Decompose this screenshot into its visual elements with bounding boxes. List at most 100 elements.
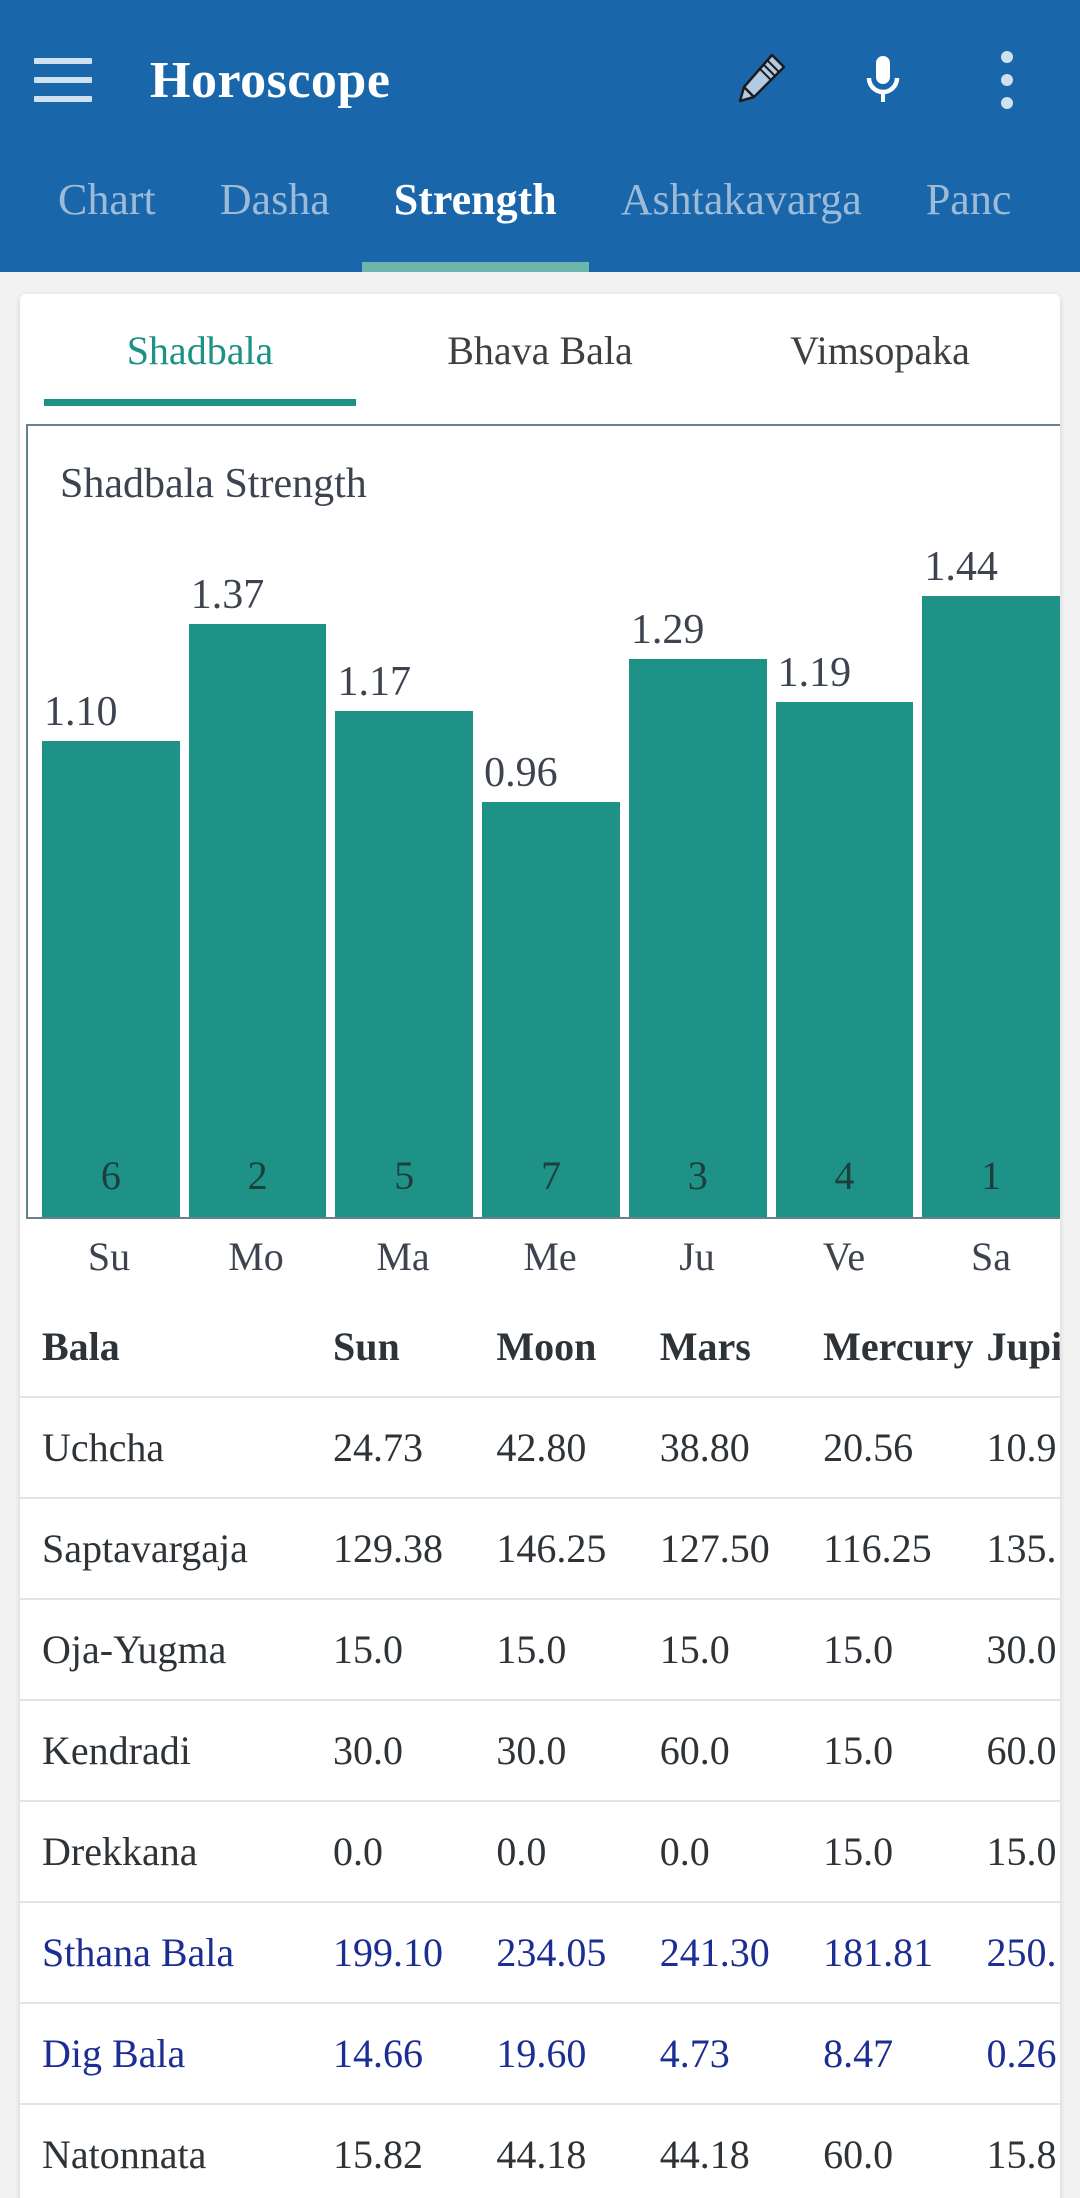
table-cell-value: 30.0 <box>987 1599 1060 1700</box>
table-row[interactable]: Sthana Bala199.10234.05241.30181.81250. <box>20 1902 1060 2003</box>
table-cell-value: 4.73 <box>660 2003 823 2104</box>
hamburger-bar <box>34 96 92 102</box>
subtab-shadbala[interactable]: Shadbala <box>30 294 370 406</box>
shadbala-bar-chart: Shadbala Strength 1.1061.3721.1750.9671.… <box>26 424 1060 1219</box>
bar-rank-label: 2 <box>189 1152 327 1199</box>
bar[interactable]: 5 <box>335 711 473 1217</box>
table-cell-label: Oja-Yugma <box>20 1599 333 1700</box>
table-cell-value: 44.18 <box>660 2104 823 2198</box>
microphone-icon[interactable] <box>850 47 916 113</box>
bar-column[interactable]: 1.17 5 <box>335 546 473 1217</box>
bar-column[interactable]: 1.29 3 <box>629 546 767 1217</box>
bar-value-label: 1.44 <box>922 546 1060 588</box>
page-body: Shadbala Bhava Bala Vimsopaka Shadbala S… <box>0 272 1080 2198</box>
strength-card: Shadbala Bhava Bala Vimsopaka Shadbala S… <box>20 294 1060 2198</box>
table-cell-value: 0.26 <box>987 2003 1060 2104</box>
kebab-dot <box>1001 51 1013 63</box>
table-row[interactable]: Natonnata15.8244.1844.1860.015.8 <box>20 2104 1060 2198</box>
shadbala-table-scroll[interactable]: Bala Sun Moon Mars Mercury Jupi Uchcha24… <box>20 1305 1060 2198</box>
bar-column[interactable]: 1.106 <box>42 546 180 1217</box>
bar[interactable]: 3 <box>629 659 767 1217</box>
column-header-moon[interactable]: Moon <box>496 1305 659 1397</box>
app-bar: Horoscope <box>0 0 1080 272</box>
table-cell-value: 10.9 <box>987 1397 1060 1498</box>
bar-column[interactable]: 1.194 <box>776 546 914 1217</box>
table-cell-label: Drekkana <box>20 1801 333 1902</box>
table-cell-value: 0.0 <box>660 1801 823 1902</box>
bar-column[interactable]: 1.37 2 <box>189 546 327 1217</box>
table-row[interactable]: Dig Bala14.6619.604.738.470.26 <box>20 2003 1060 2104</box>
bar[interactable]: 1 <box>922 596 1060 1217</box>
table-cell-value: 15.0 <box>823 1599 986 1700</box>
table-cell-value: 15.0 <box>987 1801 1060 1902</box>
x-axis-label: Mo <box>187 1233 325 1305</box>
table-cell-value: 38.80 <box>660 1397 823 1498</box>
kebab-more-icon[interactable] <box>974 47 1040 113</box>
tab-dasha[interactable]: Dasha <box>188 160 362 272</box>
tab-panchanga[interactable]: Panc <box>894 160 1044 272</box>
bar[interactable]: 4 <box>776 702 914 1217</box>
table-cell-value: 60.0 <box>987 1700 1060 1801</box>
bar-rank-label: 1 <box>922 1152 1060 1199</box>
tab-strength[interactable]: Strength <box>362 160 589 272</box>
top-tab-strip[interactable]: Chart Dasha Strength Ashtakavarga Panc <box>0 160 1080 272</box>
table-cell-value: 15.0 <box>333 1599 496 1700</box>
bar-column[interactable]: 1.44 1 <box>922 546 1060 1217</box>
x-axis-label: Me <box>481 1233 619 1305</box>
table-cell-value: 135. <box>987 1498 1060 1599</box>
column-header-mars[interactable]: Mars <box>660 1305 823 1397</box>
hamburger-menu-icon[interactable] <box>34 58 92 102</box>
table-cell-value: 44.18 <box>496 2104 659 2198</box>
table-cell-value: 116.25 <box>823 1498 986 1599</box>
bar-column[interactable]: 0.96 7 <box>482 546 620 1217</box>
chart-title: Shadbala Strength <box>60 460 367 508</box>
bar[interactable]: 7 <box>482 802 620 1217</box>
bar-value-label: 1.37 <box>189 574 327 616</box>
table-row[interactable]: Kendradi30.030.060.015.060.0 <box>20 1700 1060 1801</box>
table-body: Uchcha24.7342.8038.8020.5610.9Saptavarga… <box>20 1397 1060 2198</box>
table-cell-value: 127.50 <box>660 1498 823 1599</box>
bar-rank-label: 5 <box>335 1152 473 1199</box>
bar-value-label: 0.96 <box>482 752 620 794</box>
table-row[interactable]: Uchcha24.7342.8038.8020.5610.9 <box>20 1397 1060 1498</box>
table-cell-value: 24.73 <box>333 1397 496 1498</box>
column-header-bala[interactable]: Bala <box>20 1305 333 1397</box>
column-header-mercury[interactable]: Mercury <box>823 1305 986 1397</box>
column-header-jupiter[interactable]: Jupi <box>987 1305 1060 1397</box>
page-title: Horoscope <box>150 51 390 110</box>
table-cell-label: Sthana Bala <box>20 1902 333 2003</box>
hamburger-bar <box>34 77 92 83</box>
table-cell-value: 199.10 <box>333 1902 496 2003</box>
pencil-edit-icon[interactable] <box>726 47 792 113</box>
table-row[interactable]: Saptavargaja129.38146.25127.50116.25135. <box>20 1498 1060 1599</box>
tab-chart[interactable]: Chart <box>26 160 188 272</box>
subtab-vimsopaka[interactable]: Vimsopaka <box>710 294 1050 406</box>
sub-tab-strip[interactable]: Shadbala Bhava Bala Vimsopaka <box>20 294 1060 406</box>
bar-rank-label: 3 <box>629 1152 767 1199</box>
table-header: Bala Sun Moon Mars Mercury Jupi <box>20 1305 1060 1397</box>
table-cell-value: 19.60 <box>496 2003 659 2104</box>
bar-value-label: 1.29 <box>629 609 767 651</box>
tab-ashtakavarga[interactable]: Ashtakavarga <box>589 160 894 272</box>
chart-plot-area: 1.1061.37 2 1.17 5 0.96 7 1.29 31.1941.44 1 <box>42 546 1060 1217</box>
bar[interactable]: 6 <box>42 741 180 1217</box>
app-bar-actions <box>726 47 1050 113</box>
table-cell-value: 234.05 <box>496 1902 659 2003</box>
table-cell-value: 60.0 <box>660 1700 823 1801</box>
subtab-bhava-bala[interactable]: Bhava Bala <box>370 294 710 406</box>
table-row[interactable]: Drekkana0.00.00.015.015.0 <box>20 1801 1060 1902</box>
x-axis-label: Ma <box>334 1233 472 1305</box>
chart-x-axis-labels: SuMoMaMeJuVeSa <box>40 1219 1060 1305</box>
table-row[interactable]: Oja-Yugma15.015.015.015.030.0 <box>20 1599 1060 1700</box>
table-cell-value: 15.0 <box>496 1599 659 1700</box>
x-axis-label: Ju <box>628 1233 766 1305</box>
column-header-sun[interactable]: Sun <box>333 1305 496 1397</box>
kebab-dot <box>1001 74 1013 86</box>
kebab-dot <box>1001 97 1013 109</box>
bar[interactable]: 2 <box>189 624 327 1217</box>
table-cell-value: 15.0 <box>823 1700 986 1801</box>
table-cell-value: 15.82 <box>333 2104 496 2198</box>
table-cell-label: Natonnata <box>20 2104 333 2198</box>
bar-rank-label: 7 <box>482 1152 620 1199</box>
bar-value-label: 1.17 <box>335 661 473 703</box>
